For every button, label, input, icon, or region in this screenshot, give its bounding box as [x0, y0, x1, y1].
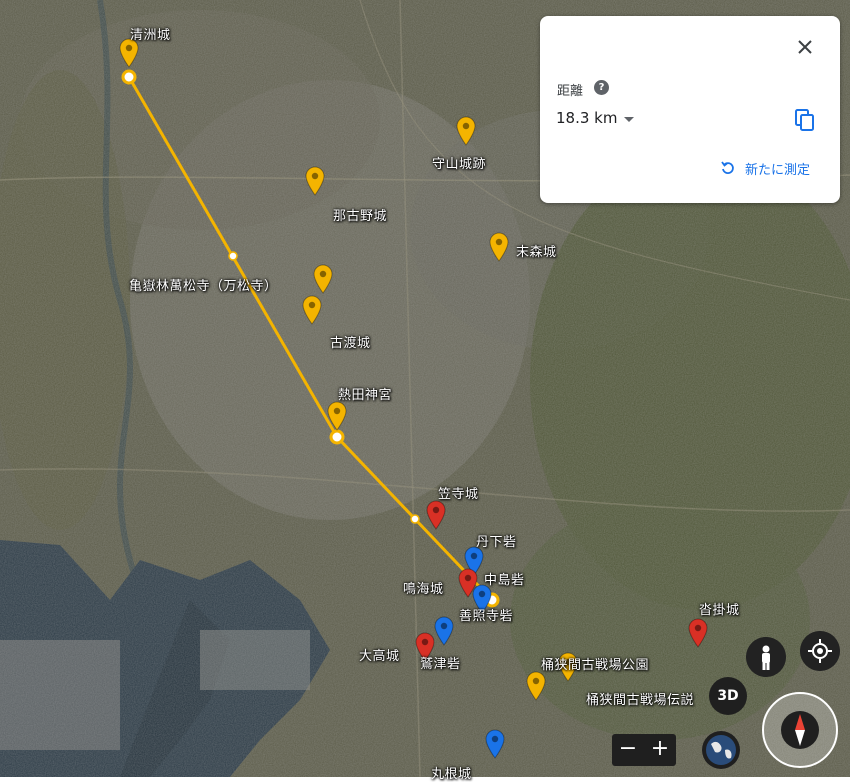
place-label[interactable]: 丸根城 [431, 763, 472, 782]
copy-icon[interactable] [794, 108, 816, 132]
close-icon[interactable] [794, 36, 816, 58]
place-label[interactable]: 桶狭間古戦場伝説 [586, 689, 694, 708]
place-label[interactable]: 沓掛城 [699, 599, 740, 618]
map-pin-icon[interactable] [526, 671, 546, 701]
chevron-down-icon[interactable] [624, 117, 634, 122]
my-location-icon[interactable] [800, 631, 840, 671]
zoom-in-button[interactable]: + [644, 734, 676, 766]
globe-icon[interactable] [701, 730, 741, 770]
place-label[interactable]: 鳴海城 [403, 578, 444, 597]
map-pin-icon[interactable] [426, 500, 446, 530]
map-pin-icon[interactable] [489, 232, 509, 262]
distance-label: 距離 [557, 84, 584, 99]
place-label[interactable]: 熱田神宮 [338, 384, 392, 403]
place-label[interactable]: 古渡城 [330, 332, 371, 351]
measure-distance-panel: 距離 ? 18.3 km 新たに測定 [540, 16, 840, 203]
map-pin-icon[interactable] [688, 618, 708, 648]
zoom-out-button[interactable]: − [612, 734, 644, 766]
place-label[interactable]: 桶狭間古戦場公園 [541, 654, 649, 673]
place-label[interactable]: 守山城跡 [432, 153, 486, 172]
map-pin-icon[interactable] [302, 295, 322, 325]
map-pin-icon[interactable] [485, 729, 505, 759]
compass-icon[interactable] [760, 690, 840, 770]
distance-value[interactable]: 18.3 km [556, 109, 617, 127]
place-label[interactable]: 善照寺砦 [459, 605, 513, 624]
place-label[interactable]: 丹下砦 [476, 531, 517, 550]
map-pin-icon[interactable] [434, 616, 454, 646]
map-pin-icon[interactable] [456, 116, 476, 146]
place-label[interactable]: 鷲津砦 [420, 653, 461, 672]
place-label[interactable]: 大高城 [359, 645, 400, 664]
place-label[interactable]: 末森城 [516, 241, 557, 260]
map-pin-icon[interactable] [313, 264, 333, 294]
map-pin-icon[interactable] [327, 401, 347, 431]
place-label[interactable]: 中島砦 [484, 569, 525, 588]
map-pin-icon[interactable] [305, 166, 325, 196]
place-label[interactable]: 那古野城 [333, 205, 387, 224]
help-icon[interactable]: ? [594, 80, 609, 95]
pegman-icon[interactable] [746, 637, 786, 677]
refresh-icon[interactable] [720, 160, 736, 176]
zoom-control: − + [612, 734, 676, 766]
place-label[interactable]: 亀嶽林萬松寺（万松寺） [129, 275, 278, 294]
place-label[interactable]: 清洲城 [130, 24, 171, 43]
remeasure-button[interactable]: 新たに測定 [745, 159, 810, 178]
3d-toggle-button[interactable]: 3D [709, 677, 747, 715]
place-label[interactable]: 笠寺城 [438, 483, 479, 502]
